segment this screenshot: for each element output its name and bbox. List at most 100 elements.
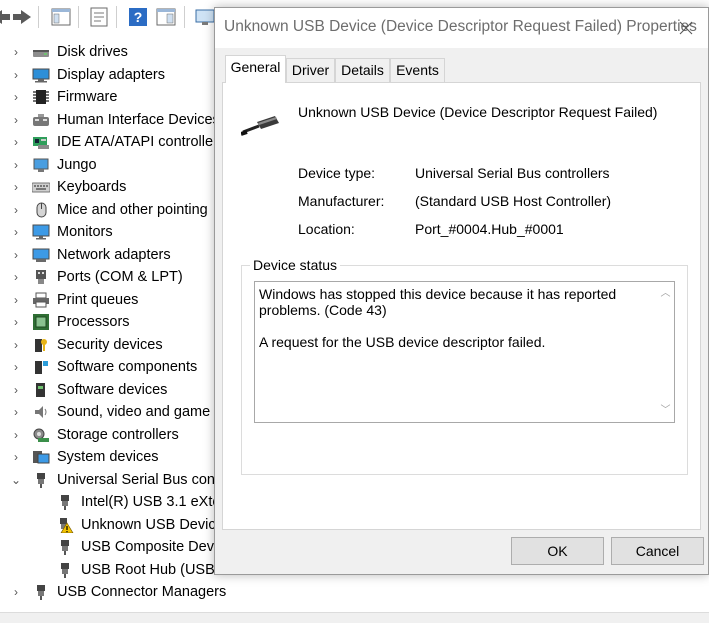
tree-item-firmware[interactable]: › Firmware [0, 86, 240, 108]
properties-icon[interactable] [88, 6, 110, 28]
tree-item-disk-drives[interactable]: › Disk drives [0, 41, 240, 63]
tree-item-usb-root-hub[interactable]: USB Root Hub (USB 3. [0, 559, 240, 581]
chevron-right-icon[interactable]: › [10, 199, 22, 221]
network-adapter-icon [32, 247, 50, 263]
general-tab-panel: Unknown USB Device (Device Descriptor Re… [222, 82, 701, 530]
scan-hardware-icon[interactable] [194, 6, 216, 28]
jungo-icon [32, 157, 50, 173]
sound-icon [32, 404, 50, 420]
tree-item-system-devices[interactable]: › System devices [0, 446, 240, 468]
chevron-right-icon[interactable]: › [10, 581, 22, 603]
chevron-right-icon[interactable]: › [10, 424, 22, 446]
chevron-right-icon[interactable]: › [10, 401, 22, 423]
mouse-icon [32, 202, 50, 218]
cancel-button[interactable]: Cancel [611, 537, 704, 565]
close-button[interactable] [664, 8, 708, 48]
chevron-right-icon[interactable]: › [10, 154, 22, 176]
tree-item-keyboards[interactable]: › Keyboards [0, 176, 240, 198]
dialog-titlebar[interactable]: Unknown USB Device (Device Descriptor Re… [215, 8, 708, 48]
hid-icon [32, 112, 50, 128]
tree-item-software-devices[interactable]: › Software devices [0, 379, 240, 401]
usb-warning-icon [56, 517, 74, 533]
port-icon [32, 269, 50, 285]
tree-item-monitors[interactable]: › Monitors [0, 221, 240, 243]
chevron-right-icon[interactable]: › [10, 334, 22, 356]
status-bar [0, 612, 709, 623]
forward-arrow-icon[interactable] [11, 6, 33, 28]
system-device-icon [32, 449, 50, 465]
usb-plug-icon [32, 584, 50, 600]
chevron-right-icon[interactable]: › [10, 131, 22, 153]
tree-item-intel-usb[interactable]: Intel(R) USB 3.1 eXter [0, 491, 240, 513]
usb-plug-icon [56, 494, 74, 510]
software-component-icon [32, 359, 50, 375]
tab-general[interactable]: General [225, 55, 286, 83]
device-status-group: Device status Windows has stopped this d… [241, 257, 688, 475]
chevron-right-icon[interactable]: › [10, 266, 22, 288]
tree-item-software-components[interactable]: › Software components [0, 356, 240, 378]
tree-item-storage-controllers[interactable]: › Storage controllers [0, 424, 240, 446]
chevron-right-icon[interactable]: › [10, 311, 22, 333]
display-adapter-icon [32, 67, 50, 83]
status-message-detail: A request for the USB device descriptor … [259, 334, 546, 350]
chevron-right-icon[interactable]: › [10, 221, 22, 243]
chevron-right-icon[interactable]: › [10, 41, 22, 63]
chevron-right-icon[interactable]: › [10, 109, 22, 131]
tree-item-jungo[interactable]: › Jungo [0, 154, 240, 176]
chevron-right-icon[interactable]: › [10, 379, 22, 401]
tree-item-usb-controllers[interactable]: ⌄ Universal Serial Bus cont [0, 469, 240, 491]
device-status-textbox[interactable]: Windows has stopped this device because … [254, 281, 675, 423]
usb-plug-icon [32, 472, 50, 488]
chevron-down-icon[interactable]: ⌄ [10, 469, 22, 491]
vertical-scrollbar[interactable]: ︿ ﹀ [657, 282, 674, 422]
tab-driver[interactable]: Driver [286, 58, 335, 82]
ok-button[interactable]: OK [511, 537, 604, 565]
tree-item-human-interface-devices[interactable]: › Human Interface Devices [0, 109, 240, 131]
help-icon[interactable]: ? [127, 6, 149, 28]
tree-item-usb-composite[interactable]: USB Composite Devi [0, 536, 240, 558]
scroll-up-arrow-icon[interactable]: ︿ [657, 285, 674, 302]
storage-controller-icon [32, 427, 50, 443]
tree-item-processors[interactable]: › Processors [0, 311, 240, 333]
tree-item-security-devices[interactable]: › Security devices [0, 334, 240, 356]
close-icon [679, 21, 693, 35]
device-type-label: Device type: [298, 165, 376, 181]
tree-item-ide-controllers[interactable]: › IDE ATA/ATAPI controllers [0, 131, 240, 153]
tree-item-network-adapters[interactable]: › Network adapters [0, 244, 240, 266]
software-device-icon [32, 382, 50, 398]
device-type-value: Universal Serial Bus controllers [415, 165, 610, 181]
printer-icon [32, 292, 50, 308]
scroll-down-arrow-icon[interactable]: ﹀ [657, 402, 674, 419]
tree-item-sound-video[interactable]: › Sound, video and game [0, 401, 240, 423]
tree-item-ports[interactable]: › Ports (COM & LPT) [0, 266, 240, 288]
tree-item-usb-connector-managers[interactable]: › USB Connector Managers [0, 581, 240, 603]
chevron-right-icon[interactable]: › [10, 86, 22, 108]
keyboard-icon [31, 179, 51, 195]
device-status-legend: Device status [250, 257, 341, 273]
tree-item-print-queues[interactable]: › Print queues [0, 289, 240, 311]
usb-cable-icon [240, 113, 281, 137]
chevron-right-icon[interactable]: › [10, 356, 22, 378]
chevron-right-icon[interactable]: › [10, 446, 22, 468]
tree-item-unknown-usb-device[interactable]: Unknown USB Devic [0, 514, 240, 536]
action-pane-icon[interactable] [155, 6, 177, 28]
tree-item-mice[interactable]: › Mice and other pointing [0, 199, 240, 221]
chevron-right-icon[interactable]: › [10, 176, 22, 198]
console-tree-icon[interactable] [50, 6, 72, 28]
location-value: Port_#0004.Hub_#0001 [415, 221, 564, 237]
device-name: Unknown USB Device (Device Descriptor Re… [298, 104, 658, 120]
usb-plug-icon [56, 539, 74, 555]
chevron-right-icon[interactable]: › [10, 244, 22, 266]
chevron-right-icon[interactable]: › [10, 64, 22, 86]
manufacturer-value: (Standard USB Host Controller) [415, 193, 612, 209]
processor-icon [32, 314, 50, 330]
usb-plug-icon [56, 562, 74, 578]
status-message-code: Windows has stopped this device because … [259, 286, 617, 318]
tab-details[interactable]: Details [335, 58, 390, 82]
chevron-right-icon[interactable]: › [10, 289, 22, 311]
tree-item-display-adapters[interactable]: › Display adapters [0, 64, 240, 86]
ide-controller-icon [32, 134, 50, 150]
dialog-title: Unknown USB Device (Device Descriptor Re… [224, 18, 697, 35]
security-device-icon [32, 337, 50, 353]
tab-events[interactable]: Events [390, 58, 445, 82]
